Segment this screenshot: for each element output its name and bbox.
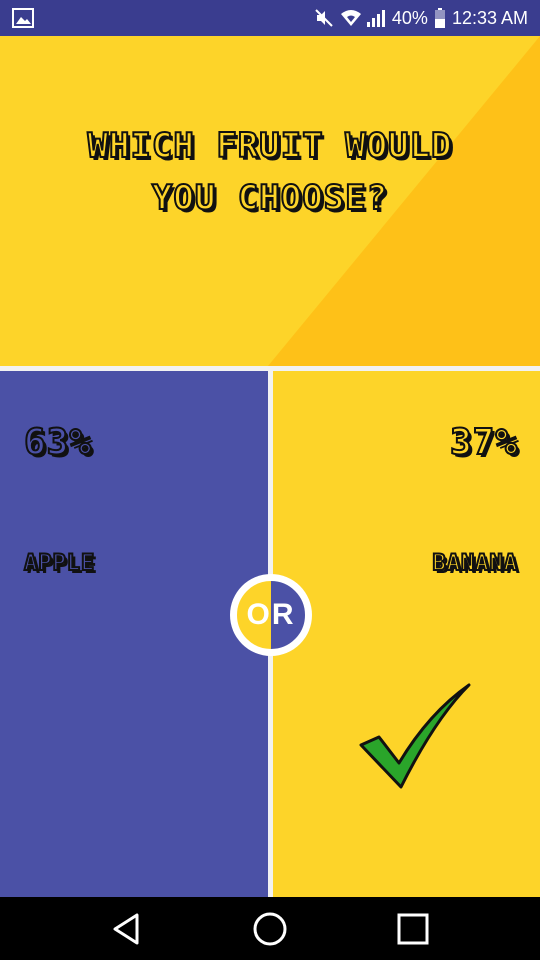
wifi-icon (340, 8, 361, 28)
question-line-2: you choose? (151, 177, 389, 219)
navigation-bar (0, 897, 540, 960)
question-line-1: Which fruit would (87, 125, 453, 167)
recent-apps-icon[interactable] (393, 909, 433, 949)
question-panel: Which fruit would you choose? (0, 36, 540, 366)
or-label: OR (246, 598, 296, 631)
battery-icon (434, 8, 446, 28)
question-title: Which fruit would you choose? (30, 120, 510, 224)
or-badge: OR (228, 572, 314, 658)
checkmark-icon (359, 683, 471, 793)
home-icon[interactable] (250, 909, 290, 949)
status-bar: 40% 12:33 AM (0, 0, 540, 36)
image-icon (12, 7, 34, 29)
apple-percent: 63% (23, 421, 93, 464)
back-icon[interactable] (107, 909, 147, 949)
mute-icon (314, 8, 334, 28)
banana-label: Banana (432, 550, 518, 577)
banana-percent: 37% (449, 421, 518, 464)
signal-icon (366, 8, 386, 28)
apple-label: Apple (23, 550, 96, 577)
app-screen: 40% 12:33 AM Which fruit would you choos… (0, 0, 540, 960)
clock: 12:33 AM (451, 8, 528, 28)
status-icons: 40% 12:33 AM (314, 0, 528, 36)
battery-percent: 40% (391, 8, 428, 28)
